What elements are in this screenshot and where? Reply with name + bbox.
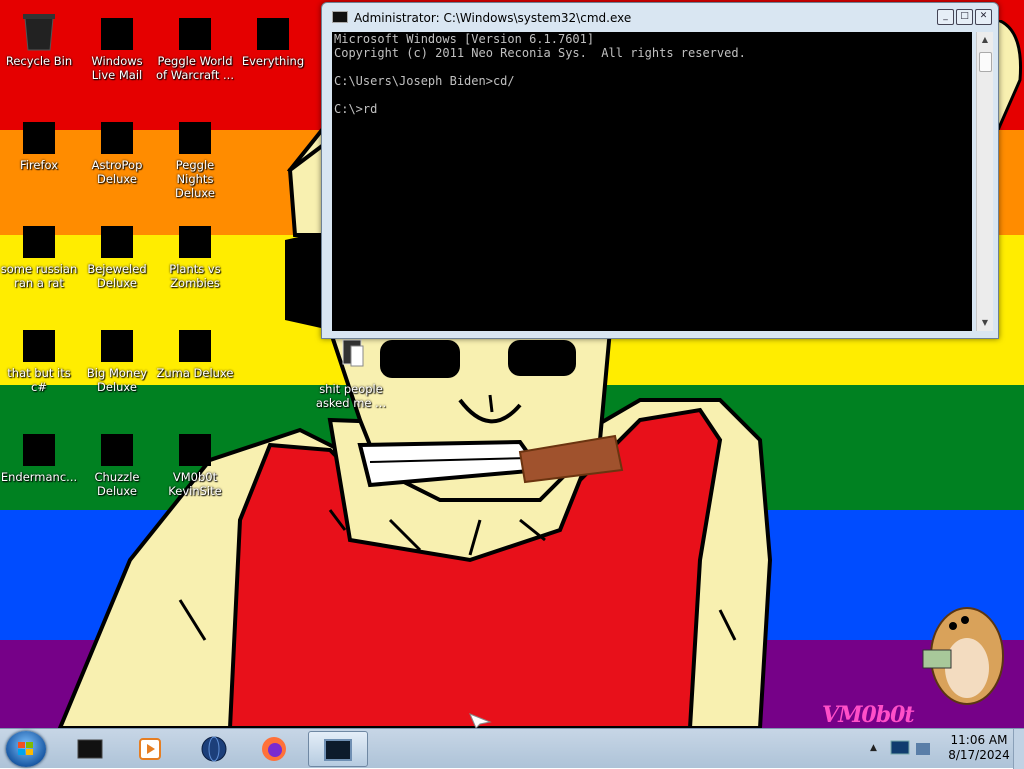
desktop-icon-everything[interactable]: Everything bbox=[234, 2, 312, 68]
bejeweled-icon bbox=[95, 216, 139, 260]
desktop-icon-vm0b0t[interactable]: VM0b0t KevinSite bbox=[156, 418, 234, 498]
system-tray: ▲ 11:06 AM 8/17/2024 bbox=[864, 729, 1024, 769]
maximize-button[interactable]: □ bbox=[956, 9, 973, 25]
cmd-icon bbox=[332, 11, 348, 23]
desktop-icon-russian-rat[interactable]: some russian ran a rat bbox=[0, 210, 78, 290]
desktop-icon-label: Windows Live Mail bbox=[91, 54, 143, 82]
peggle-nights-icon bbox=[173, 112, 217, 156]
start-button[interactable] bbox=[6, 731, 46, 767]
desktop-icon-recycle-bin[interactable]: Recycle Bin bbox=[0, 2, 78, 68]
window-title: Administrator: C:\Windows\system32\cmd.e… bbox=[354, 11, 632, 25]
desktop-icon-people-asked[interactable]: shit people asked me ... bbox=[312, 330, 390, 410]
desktop-icon-label: that but its c# bbox=[7, 366, 71, 394]
peggle-wow-icon bbox=[173, 8, 217, 52]
text-file-icon bbox=[329, 336, 373, 380]
console-output[interactable]: Microsoft Windows [Version 6.1.7601] Cop… bbox=[332, 32, 972, 331]
desktop-icon-label: Zuma Deluxe bbox=[156, 366, 234, 380]
mouse-cursor-icon bbox=[469, 713, 492, 728]
cmd-titlebar[interactable]: Administrator: C:\Windows\system32\cmd.e… bbox=[322, 3, 998, 31]
clock-date: 8/17/2024 bbox=[948, 748, 1010, 762]
desktop-icon-label: Endermanc... bbox=[0, 470, 78, 484]
desktop-icon-label: Firefox bbox=[19, 158, 59, 172]
volume-icon[interactable] bbox=[914, 739, 934, 757]
console-line: Copyright (c) 2011 Neo Reconia Sys. All … bbox=[334, 46, 746, 60]
minimize-button[interactable]: _ bbox=[937, 9, 954, 25]
wallpaper-hat-edge bbox=[998, 20, 1023, 130]
desktop-icon-label: Everything bbox=[241, 54, 305, 68]
mail-icon bbox=[95, 8, 139, 52]
scrollbar-thumb[interactable] bbox=[979, 52, 992, 72]
scroll-up-icon[interactable]: ▲ bbox=[977, 32, 993, 48]
desktop-icon-bejeweled[interactable]: Bejeweled Deluxe bbox=[78, 210, 156, 290]
desktop-icon-label: Recycle Bin bbox=[5, 54, 73, 68]
desktop-icon-peggle-nights[interactable]: Peggle Nights Deluxe bbox=[156, 106, 234, 200]
taskbar-cmd-button[interactable] bbox=[308, 731, 368, 767]
taskbar: ▲ 11:06 AM 8/17/2024 bbox=[0, 728, 1024, 769]
console-line: C:\>rd bbox=[334, 102, 378, 116]
desktop-icon-pvz[interactable]: Plants vs Zombies bbox=[156, 210, 234, 290]
desktop-icon-label: Plants vs Zombies bbox=[169, 262, 221, 290]
desktop-icon-big-money[interactable]: Big Money Deluxe bbox=[78, 314, 156, 394]
desktop-icon-label: Big Money Deluxe bbox=[86, 366, 148, 394]
desktop-icon-label: Bejeweled Deluxe bbox=[87, 262, 147, 290]
tray-overflow-icon[interactable]: ▲ bbox=[870, 743, 877, 753]
astropop-icon bbox=[95, 112, 139, 156]
desktop-icon-firefox[interactable]: Firefox bbox=[0, 106, 78, 172]
game-icon bbox=[17, 216, 61, 260]
scroll-down-icon[interactable]: ▼ bbox=[977, 315, 993, 331]
desktop-icon-windows-live-mail[interactable]: Windows Live Mail bbox=[78, 2, 156, 82]
desktop-icon-zuma[interactable]: Zuma Deluxe bbox=[156, 314, 234, 380]
terminal-icon bbox=[17, 424, 61, 468]
monitor-icon bbox=[173, 424, 217, 468]
chuzzle-icon bbox=[95, 424, 139, 468]
desktop-icon-that-but-csharp[interactable]: that but its c# bbox=[0, 314, 78, 394]
taskbar-explorer-button[interactable] bbox=[62, 731, 118, 767]
media-player-icon bbox=[139, 738, 161, 760]
taskbar-globe-button[interactable] bbox=[186, 731, 242, 767]
explorer-icon bbox=[77, 739, 103, 759]
desktop-icon-endermanch[interactable]: Endermanc... bbox=[0, 418, 78, 484]
hamster-image bbox=[922, 607, 1004, 705]
console-line bbox=[332, 60, 972, 74]
vertical-scrollbar[interactable]: ▲ ▼ bbox=[976, 32, 993, 331]
desktop-icon-label: AstroPop Deluxe bbox=[91, 158, 143, 186]
desktop-icon-label: some russian ran a rat bbox=[0, 262, 78, 290]
windows-logo-icon bbox=[18, 742, 33, 755]
desktop-icon-astropop[interactable]: AstroPop Deluxe bbox=[78, 106, 156, 186]
console-line bbox=[332, 88, 972, 102]
clock[interactable]: 11:06 AM 8/17/2024 bbox=[940, 733, 1018, 763]
money-bag-icon bbox=[95, 320, 139, 364]
close-button[interactable]: ✕ bbox=[975, 9, 992, 25]
zuma-icon bbox=[173, 320, 217, 364]
watermark-text: VM0b0t bbox=[822, 702, 915, 728]
cmd-icon bbox=[324, 739, 352, 761]
file-icon bbox=[17, 320, 61, 364]
pvz-icon bbox=[173, 216, 217, 260]
globe-icon bbox=[201, 736, 227, 762]
firefox-icon bbox=[262, 737, 286, 761]
desktop-icon-label: Peggle World of Warcraft ... bbox=[156, 54, 234, 82]
recycle-bin-icon bbox=[17, 8, 61, 52]
desktop-icon-chuzzle[interactable]: Chuzzle Deluxe bbox=[78, 418, 156, 498]
clock-time: 11:06 AM bbox=[950, 733, 1008, 747]
cmd-window[interactable]: Administrator: C:\Windows\system32\cmd.e… bbox=[321, 2, 999, 339]
firefox-icon bbox=[17, 112, 61, 156]
desktop-icon-label: Peggle Nights Deluxe bbox=[175, 158, 215, 200]
show-desktop-button[interactable] bbox=[1013, 729, 1024, 769]
console-line: Microsoft Windows [Version 6.1.7601] bbox=[334, 32, 595, 46]
desktop-icon-label: Chuzzle Deluxe bbox=[94, 470, 140, 498]
taskbar-firefox-button[interactable] bbox=[246, 731, 302, 767]
console-line: C:\Users\Joseph Biden>cd/ bbox=[334, 74, 515, 88]
desktop-icon-label: shit people asked me ... bbox=[315, 382, 387, 410]
taskbar-media-player-button[interactable] bbox=[122, 731, 178, 767]
desktop-icon-peggle-wow[interactable]: Peggle World of Warcraft ... bbox=[156, 2, 234, 82]
network-icon[interactable] bbox=[890, 739, 910, 757]
desktop-icon-label: VM0b0t KevinSite bbox=[168, 470, 222, 498]
search-app-icon bbox=[251, 8, 295, 52]
